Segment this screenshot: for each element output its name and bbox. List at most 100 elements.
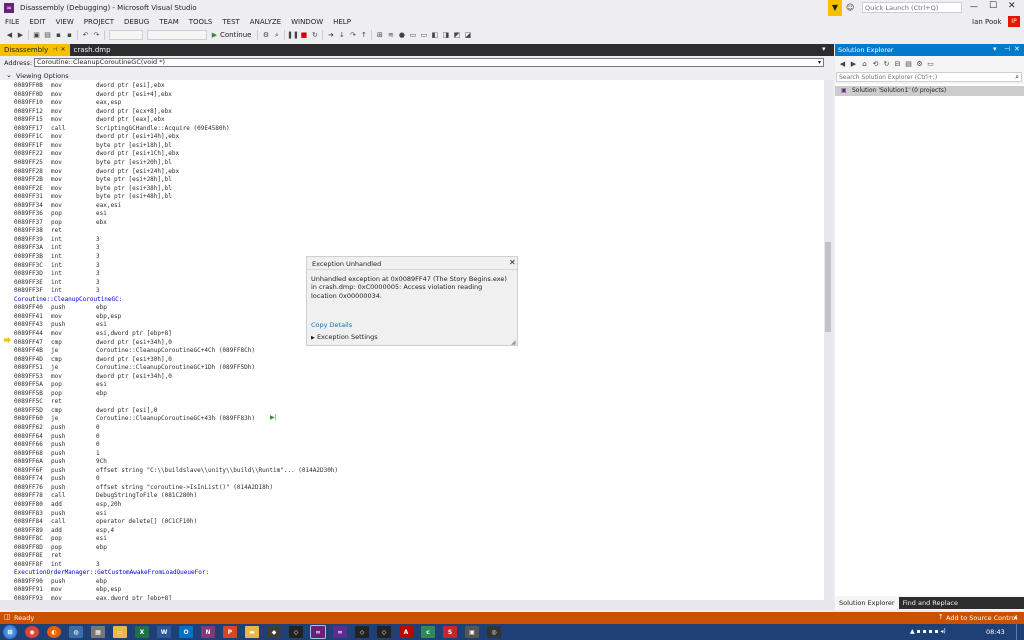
undo-icon[interactable]: ↶ — [81, 31, 90, 40]
close-icon[interactable]: ✕ — [509, 258, 516, 267]
solution-tree-item[interactable]: ▣ Solution 'Solution1' (0 projects) — [835, 86, 1024, 96]
instruction-line[interactable]: 0089FF6F push offset string "C:\\buildslav… — [14, 467, 338, 476]
forward-icon[interactable]: ▶ — [16, 31, 25, 40]
pause-icon[interactable]: ❚❚ — [287, 31, 299, 40]
hex-icon[interactable]: ⊞ — [375, 31, 384, 40]
function-label[interactable]: Coroutine::CleanupCoroutineGC: — [14, 296, 122, 305]
instruction-line[interactable]: 0089FF41 mov ebp,esp — [14, 313, 121, 322]
instruction-line[interactable]: 0089FF84 call operator delete[] (0C1CF10h) — [14, 518, 197, 527]
instruction-line[interactable]: 0089FF28 mov dword ptr [esi+24h],ebx — [14, 168, 179, 177]
menu-edit[interactable]: EDIT — [24, 16, 50, 28]
stop-icon[interactable]: ■ — [299, 31, 308, 40]
globe-icon[interactable]: ◍ — [69, 626, 83, 638]
platform-dropdown[interactable] — [147, 30, 207, 40]
chevron-down-icon[interactable]: ⌄ — [6, 71, 12, 79]
collapse-icon[interactable]: ⊟ — [893, 60, 902, 69]
save-all-icon[interactable]: ▪ — [65, 31, 74, 40]
acrobat-icon[interactable]: A — [399, 626, 413, 638]
word-icon[interactable]: W — [157, 626, 171, 638]
close-icon[interactable]: ✕ — [60, 44, 65, 56]
folder-icon[interactable]: ▬ — [245, 626, 259, 638]
instruction-line[interactable]: 0089FF89 add esp,4 — [14, 527, 114, 536]
instruction-line[interactable]: 0089FF37 pop ebx — [14, 219, 107, 228]
instruction-line[interactable]: 0089FF8E ret — [14, 552, 96, 561]
exception-settings-toggle[interactable]: ▶ Exception Settings — [311, 333, 378, 341]
instruction-line[interactable]: 0089FF91 mov ebp,esp — [14, 586, 121, 595]
continue-button[interactable]: Continue — [220, 31, 251, 39]
bookmark-icon[interactable]: ◧ — [430, 31, 439, 40]
menu-tools[interactable]: TOOLS — [184, 16, 218, 28]
instruction-line[interactable]: 0089FF25 mov byte ptr [esi+20h],bl — [14, 159, 172, 168]
prev-bookmark-icon[interactable]: ◨ — [441, 31, 450, 40]
menu-view[interactable]: VIEW — [51, 16, 79, 28]
copy-details-link[interactable]: Copy Details — [311, 321, 352, 329]
pin-icon[interactable]: ⊣ — [1004, 45, 1010, 53]
menu-team[interactable]: TEAM — [154, 16, 184, 28]
forward-icon[interactable]: ▶ — [849, 60, 858, 69]
menu-project[interactable]: PROJECT — [79, 16, 119, 28]
chrome-icon[interactable]: ◉ — [25, 626, 39, 638]
instruction-line[interactable]: 0089FF66 push 0 — [14, 441, 100, 450]
find-icon[interactable]: ⌕ — [272, 31, 281, 40]
threads-icon[interactable]: ≋ — [386, 31, 395, 40]
menu-analyze[interactable]: ANALYZE — [245, 16, 286, 28]
tab-find-and-replace[interactable]: Find and Replace — [899, 597, 962, 609]
visual-studio-icon[interactable]: ∞ — [310, 625, 326, 639]
instruction-line[interactable]: 0089FF12 mov dword ptr [ecx+8],ebx — [14, 108, 172, 117]
vertical-scrollbar[interactable] — [824, 80, 833, 600]
tool-icon[interactable]: ◆ — [267, 626, 281, 638]
instruction-line[interactable]: 0089FF39 int 3 — [14, 236, 100, 245]
viewing-options-toggle[interactable]: Viewing Options — [16, 72, 69, 80]
clear-bookmarks-icon[interactable]: ◪ — [463, 31, 472, 40]
configuration-dropdown[interactable] — [109, 30, 143, 40]
instruction-line[interactable]: 0089FF68 push 1 — [14, 450, 100, 459]
instruction-line[interactable]: 0089FF3A int 3 — [14, 244, 100, 253]
restart-icon[interactable]: ↻ — [310, 31, 319, 40]
new-project-icon[interactable]: ▣ — [32, 31, 41, 40]
instruction-line[interactable]: 0089FF3C int 3 — [14, 262, 100, 271]
resize-grip-icon[interactable]: ◢ — [511, 339, 516, 346]
excel-icon[interactable]: X — [135, 626, 149, 638]
uncomment-icon[interactable]: ▭ — [419, 31, 428, 40]
app-gray-icon[interactable]: ▣ — [465, 626, 479, 638]
attach-icon[interactable]: ⚙ — [261, 31, 270, 40]
menu-test[interactable]: TEST — [217, 16, 244, 28]
sync-icon[interactable]: ⟲ — [871, 60, 880, 69]
instruction-line[interactable]: 0089FF5A pop esi — [14, 381, 107, 390]
instruction-line[interactable]: 0089FF8D pop ebp — [14, 544, 107, 553]
instruction-line[interactable]: 0089FF44 mov esi,dword ptr [ebp+8] — [14, 330, 172, 339]
tab-dropdown-icon[interactable]: ▾ — [822, 45, 826, 53]
save-icon[interactable]: ▪ — [54, 31, 63, 40]
tab-crash-dmp[interactable]: crash.dmp — [70, 44, 115, 56]
instruction-line[interactable]: 0089FF1C mov dword ptr [esi+14h],ebx — [14, 133, 179, 142]
menu-debug[interactable]: DEBUG — [119, 16, 154, 28]
instruction-line[interactable]: 0089FF83 push esi — [14, 510, 107, 519]
instruction-line[interactable]: 0089FF53 mov dword ptr [esi+34h],0 — [14, 373, 172, 382]
clock[interactable]: 08:43 — [986, 628, 1005, 636]
instruction-line[interactable]: 0089FF5C ret — [14, 398, 96, 407]
instruction-line[interactable]: 0089FF51 je Coroutine::CleanupCoroutineGC+… — [14, 364, 255, 373]
instruction-line[interactable]: 0089FF15 mov dword ptr [eax],ebx — [14, 116, 165, 125]
filter-icon[interactable]: ▼ — [828, 0, 842, 16]
powerpoint-icon[interactable]: P — [223, 626, 237, 638]
user-name[interactable]: Ian Pook — [972, 18, 1002, 26]
minimize-button[interactable]: — — [970, 2, 978, 11]
address-input[interactable]: Coroutine::CleanupCoroutineGC(void *) ▾ — [34, 58, 824, 67]
menu-help[interactable]: HELP — [328, 16, 356, 28]
redo-icon[interactable]: ↷ — [92, 31, 101, 40]
preview-icon[interactable]: ▭ — [926, 60, 935, 69]
current-instruction-line[interactable]: 0089FF47 cmp dword ptr [esi+34h],0 — [14, 339, 172, 348]
instruction-line[interactable]: 0089FF31 mov byte ptr [esi+48h],bl — [14, 193, 172, 202]
tray-icons[interactable]: ▲ ▪ ▪ ▪ ▪ ◂) — [910, 628, 946, 635]
firefox-icon[interactable]: ◐ — [47, 626, 61, 638]
unity-3-icon[interactable]: ◇ — [377, 626, 391, 638]
onenote-icon[interactable]: N — [201, 626, 215, 638]
instruction-line[interactable]: 0089FF3D int 3 — [14, 270, 100, 279]
instruction-line[interactable]: 0089FF62 push 0 — [14, 424, 100, 433]
show-all-files-icon[interactable]: ▤ — [904, 60, 913, 69]
instruction-line[interactable]: 0089FF36 pop esi — [14, 210, 107, 219]
app-dark-icon[interactable]: ◎ — [487, 626, 501, 638]
instruction-line[interactable]: 0089FF4D cmp dword ptr [esi+30h],0 — [14, 356, 172, 365]
tab-disassembly[interactable]: Disassembly ⊣ ✕ — [0, 44, 70, 56]
avatar[interactable]: IP — [1008, 16, 1020, 27]
